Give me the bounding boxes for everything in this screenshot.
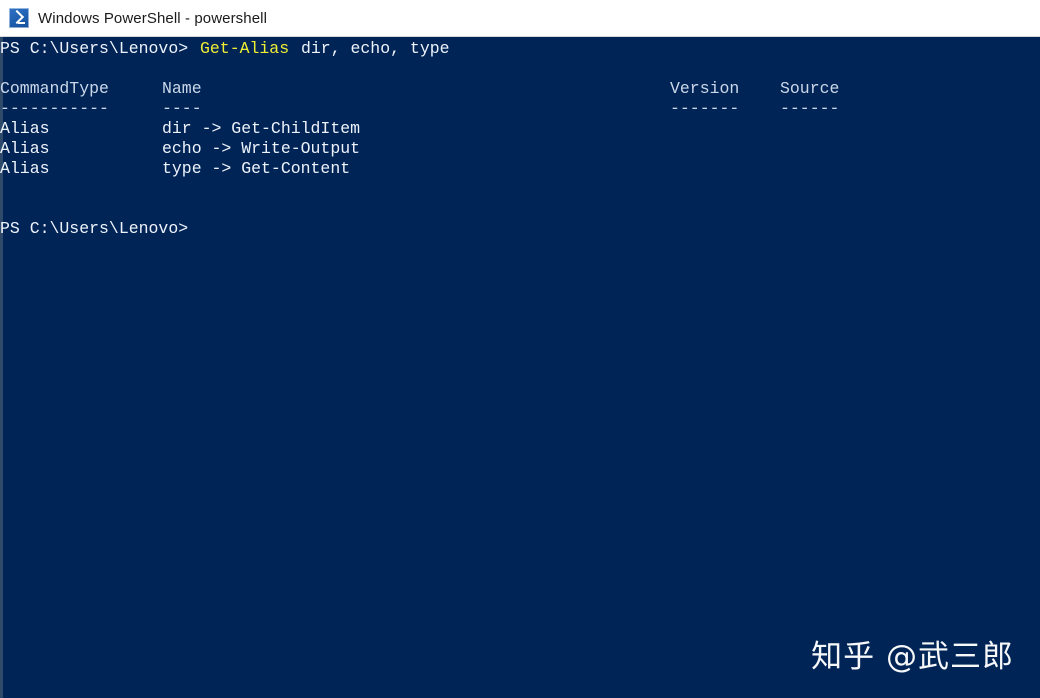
- rule-command-type: -----------: [0, 99, 109, 119]
- command-args-text: dir, echo, type: [301, 39, 450, 59]
- watermark-text: 知乎 @武三郎: [811, 631, 1014, 676]
- window-title: Windows PowerShell - powershell: [38, 10, 267, 27]
- table-row: Alias dir -> Get-ChildItem: [0, 119, 1040, 139]
- blank-line: [0, 59, 1040, 79]
- table-row: Alias type -> Get-Content: [0, 159, 1040, 179]
- powershell-prompt-icon: [9, 8, 29, 28]
- console-text-buffer: PS C:\Users\Lenovo> Get-Alias dir, echo,…: [0, 37, 1040, 239]
- trailing-prompt-line[interactable]: PS C:\Users\Lenovo>: [0, 219, 1040, 239]
- cell-name: type -> Get-Content: [162, 159, 350, 179]
- table-row: Alias echo -> Write-Output: [0, 139, 1040, 159]
- prompt-text: PS C:\Users\Lenovo>: [0, 39, 188, 59]
- rule-version: -------: [670, 99, 739, 119]
- table-header-row: CommandType Name Version Source: [0, 79, 1040, 99]
- cell-command-type: Alias: [0, 119, 50, 139]
- table-rule-row: ----------- ---- ------- ------: [0, 99, 1040, 119]
- command-line: PS C:\Users\Lenovo> Get-Alias dir, echo,…: [0, 39, 1040, 59]
- console-surface[interactable]: PS C:\Users\Lenovo> Get-Alias dir, echo,…: [0, 37, 1040, 698]
- blank-line: [0, 199, 1040, 219]
- cell-name: echo -> Write-Output: [162, 139, 360, 159]
- rule-name: ----: [162, 99, 202, 119]
- trailing-prompt-text: PS C:\Users\Lenovo>: [0, 219, 188, 239]
- window-titlebar[interactable]: Windows PowerShell - powershell: [0, 0, 1040, 37]
- cell-command-type: Alias: [0, 139, 50, 159]
- header-name: Name: [162, 79, 202, 99]
- header-version: Version: [670, 79, 739, 99]
- rule-source: ------: [780, 99, 839, 119]
- underscore-icon: [18, 22, 25, 24]
- cell-name: dir -> Get-ChildItem: [162, 119, 360, 139]
- header-source: Source: [780, 79, 839, 99]
- header-command-type: CommandType: [0, 79, 109, 99]
- cell-command-type: Alias: [0, 159, 50, 179]
- powershell-window: Windows PowerShell - powershell PS C:\Us…: [0, 0, 1040, 698]
- command-name-text: Get-Alias: [200, 39, 289, 59]
- blank-line: [0, 179, 1040, 199]
